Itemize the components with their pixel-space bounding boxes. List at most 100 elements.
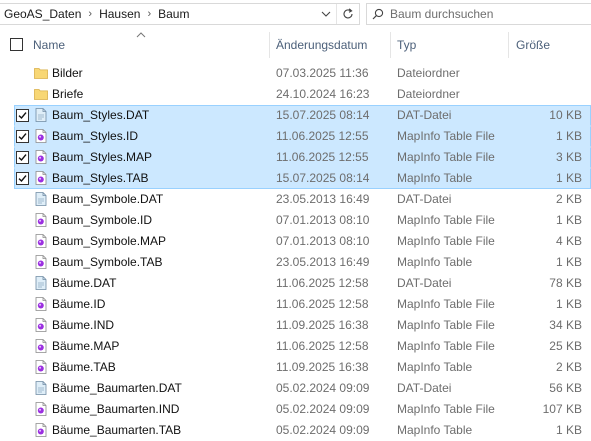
file-size: 34 KB [549,318,582,332]
file-date: 23.05.2013 16:49 [276,192,370,206]
file-row[interactable]: Baum_Symbole.DAT 23.05.2013 16:49 DAT-Date… [0,189,591,210]
file-date: 11.06.2025 12:55 [276,150,369,164]
file-row[interactable]: Bäume.IND 11.09.2025 16:38 MapInfo Table F… [0,315,591,336]
file-size: 107 KB [542,402,582,416]
mapinfo-icon [33,170,49,186]
breadcrumb-separator-icon[interactable]: › [85,8,95,20]
mapinfo-icon [33,401,49,417]
file-date: 05.02.2024 09:09 [276,381,370,395]
column-divider[interactable] [269,32,270,58]
breadcrumb-baum[interactable]: Baum [154,7,193,21]
refresh-icon[interactable] [336,4,359,24]
file-name[interactable]: Baum_Styles.ID [52,129,138,143]
file-date: 24.10.2024 16:23 [276,87,370,101]
file-row[interactable]: Baum_Styles.ID 11.06.2025 12:55 MapInfo Ta… [0,126,591,147]
file-row[interactable]: Bilder 07.03.2025 11:36 Dateiordner [0,63,591,84]
file-name[interactable]: Bäume_Baumarten.DAT [52,381,182,395]
file-type: MapInfo Table File [397,339,495,353]
file-size: 4 KB [555,234,582,248]
file-row[interactable]: Baum_Symbole.TAB 23.05.2013 16:49 MapInfo … [0,252,591,273]
file-size: 78 KB [549,276,582,290]
file-row[interactable]: Bäume.MAP 11.06.2025 12:58 MapInfo Table F… [0,336,591,357]
file-name[interactable]: Baum_Symbole.ID [52,213,152,227]
file-type: MapInfo Table File [397,129,495,143]
file-name[interactable]: Baum_Symbole.MAP [52,234,166,248]
file-date: 15.07.2025 08:14 [276,108,370,122]
file-row[interactable]: Bäume_Baumarten.DAT 05.02.2024 09:09 DAT-D… [0,378,591,399]
file-name[interactable]: Bäume.MAP [52,339,119,353]
file-type: MapInfo Table [397,255,473,269]
dat-file-icon [33,275,49,291]
file-type: MapInfo Table File [397,402,495,416]
column-header-name[interactable]: Name [33,38,65,52]
dat-file-icon [33,380,49,396]
file-row[interactable]: Baum_Styles.MAP 11.06.2025 12:55 MapInfo T… [0,147,591,168]
file-name[interactable]: Bäume_Baumarten.TAB [52,423,181,437]
file-name[interactable]: Bäume.TAB [52,360,116,374]
column-divider[interactable] [508,32,509,58]
row-checkbox[interactable] [16,109,29,122]
file-name[interactable]: Baum_Styles.TAB [52,171,148,185]
file-name[interactable]: Baum_Styles.MAP [52,150,152,164]
file-name[interactable]: Baum_Styles.DAT [52,108,149,122]
file-size: 10 KB [549,108,582,122]
file-row[interactable]: Baum_Symbole.MAP 07.01.2013 08:10 MapInfo … [0,231,591,252]
file-row[interactable]: Bäume_Baumarten.IND 05.02.2024 09:09 MapIn… [0,399,591,420]
row-checkbox[interactable] [16,130,29,143]
file-type: MapInfo Table [397,171,473,185]
file-name[interactable]: Bäume.ID [52,297,105,311]
breadcrumb-hausen[interactable]: Hausen [95,7,144,21]
file-type: MapInfo Table [397,423,473,437]
file-size: 2 KB [555,192,582,206]
file-row[interactable]: Briefe 24.10.2024 16:23 Dateiordner [0,84,591,105]
file-type: DAT-Datei [397,192,452,206]
column-header-size[interactable]: Größe [516,38,550,52]
column-header: Name Änderungsdatum Typ Größe [0,30,591,60]
search-box[interactable] [366,3,591,25]
column-header-date[interactable]: Änderungsdatum [276,38,367,52]
file-date: 11.06.2025 12:58 [276,297,369,311]
file-size: 1 KB [555,255,582,269]
file-row[interactable]: Bäume.ID 11.06.2025 12:58 MapInfo Table Fi… [0,294,591,315]
file-date: 07.01.2013 08:10 [276,213,370,227]
row-checkbox[interactable] [16,172,29,185]
file-name[interactable]: Bäume.DAT [52,276,116,290]
search-icon[interactable] [367,4,389,24]
file-name[interactable]: Bäume.IND [52,318,114,332]
mapinfo-icon [33,338,49,354]
file-type: MapInfo Table File [397,297,495,311]
file-date: 15.07.2025 08:14 [276,171,370,185]
file-size: 1 KB [555,129,582,143]
select-all-checkbox[interactable] [10,38,23,51]
breadcrumb-separator-icon[interactable]: › [144,8,154,20]
file-row[interactable]: Baum_Styles.TAB 15.07.2025 08:14 MapInfo T… [0,168,591,189]
file-row[interactable]: Bäume.TAB 11.09.2025 16:38 MapInfo Table 2 … [0,357,591,378]
file-name[interactable]: Bilder [52,66,83,80]
file-name[interactable]: Baum_Symbole.DAT [52,192,163,206]
file-name[interactable]: Briefe [52,87,83,101]
file-name[interactable]: Baum_Symbole.TAB [52,255,163,269]
mapinfo-icon [33,128,49,144]
search-input[interactable] [389,7,585,21]
file-row[interactable]: Baum_Symbole.ID 07.01.2013 08:10 MapInfo T… [0,210,591,231]
file-date: 23.05.2013 16:49 [276,255,370,269]
file-size: 1 KB [555,423,582,437]
breadcrumb-geoas-daten[interactable]: GeoAS_Daten [0,7,85,21]
mapinfo-icon [33,317,49,333]
row-checkbox[interactable] [16,151,29,164]
chevron-down-icon[interactable] [316,4,336,24]
column-header-type[interactable]: Typ [397,38,416,52]
file-row[interactable]: Baum_Styles.DAT 15.07.2025 08:14 DAT-Datei… [0,105,591,126]
address-bar[interactable]: GeoAS_Daten › Hausen › Baum [0,3,360,25]
file-size: 1 KB [555,297,582,311]
sort-ascending-icon[interactable] [136,30,146,40]
file-name[interactable]: Bäume_Baumarten.IND [52,402,179,416]
file-date: 07.03.2025 11:36 [276,66,369,80]
file-row[interactable]: Bäume.DAT 11.06.2025 12:58 DAT-Datei 78 KB [0,273,591,294]
file-type: MapInfo Table File [397,150,495,164]
file-date: 11.09.2025 16:38 [276,318,369,332]
file-date: 11.06.2025 12:58 [276,339,369,353]
column-divider[interactable] [390,32,391,58]
file-size: 3 KB [555,150,582,164]
file-type: Dateiordner [397,66,460,80]
